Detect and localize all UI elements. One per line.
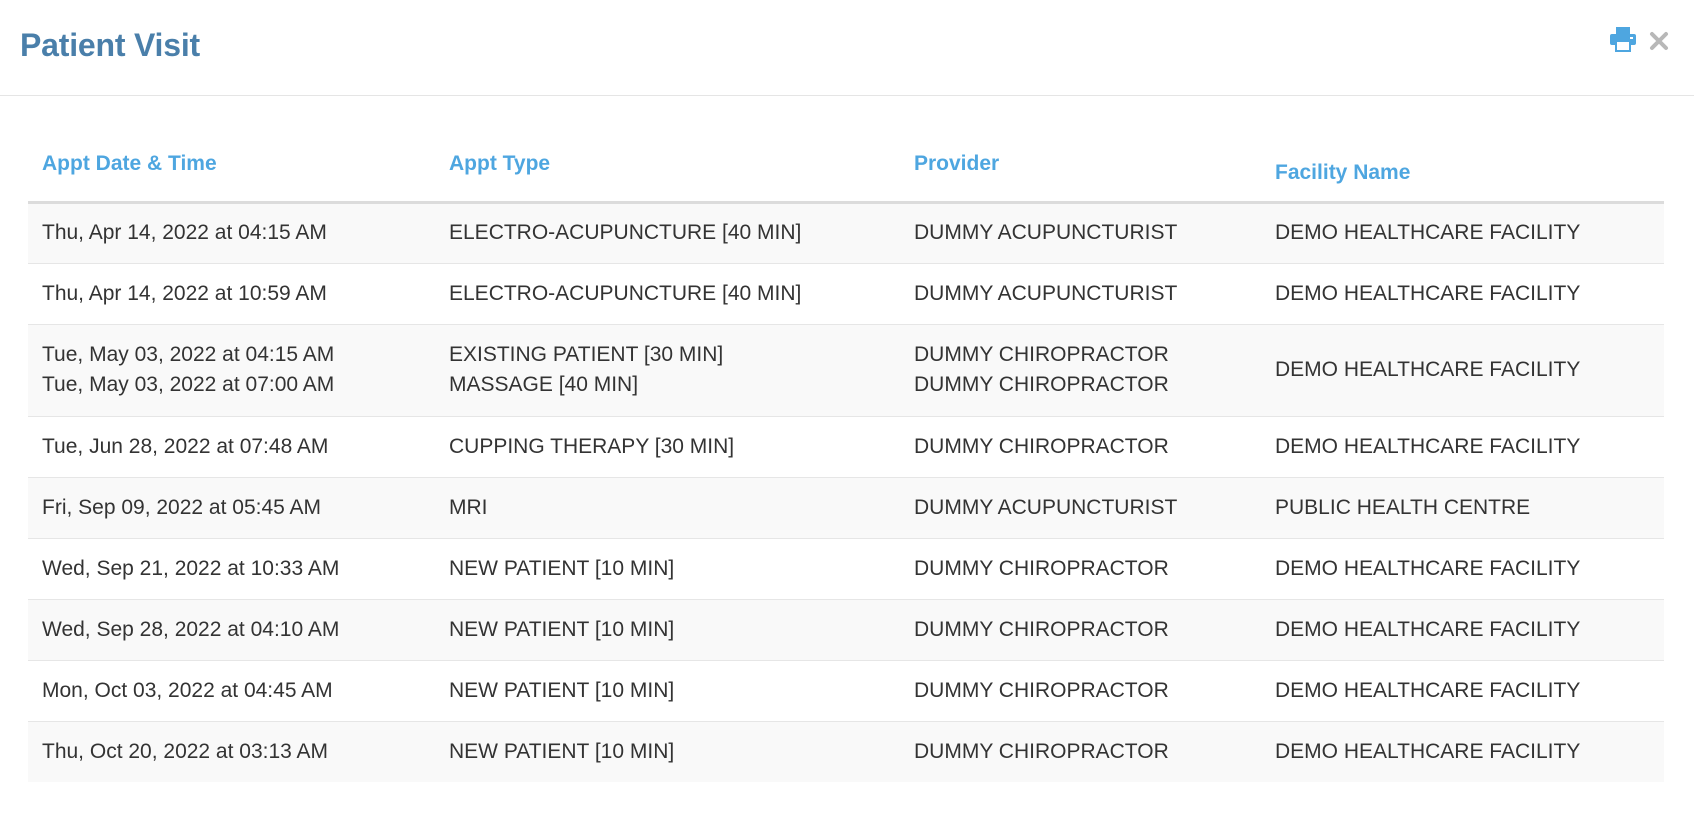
cell-provider: DUMMY CHIROPRACTOR DUMMY CHIROPRACTOR bbox=[900, 324, 1261, 417]
cell-appt-date-time: Tue, May 03, 2022 at 04:15 AM Tue, May 03… bbox=[28, 324, 435, 417]
patient-visit-modal: Patient Visit Appt Date & Time Appt Type… bbox=[0, 0, 1694, 840]
cell-provider: DUMMY ACUPUNCTURIST bbox=[900, 263, 1261, 325]
table-row[interactable]: Tue, Jun 28, 2022 at 07:48 AM CUPPING THE… bbox=[28, 416, 1664, 478]
cell-facility-name: DEMO HEALTHCARE FACILITY bbox=[1261, 324, 1664, 417]
cell-appt-type: ELECTRO-ACUPUNCTURE [40 MIN] bbox=[435, 263, 900, 325]
visits-table-container: Appt Date & Time Appt Type Provider Faci… bbox=[28, 140, 1664, 782]
cell-appt-date-time-line: Tue, Jun 28, 2022 at 07:48 AM bbox=[42, 434, 329, 458]
header-appt-date-time[interactable]: Appt Date & Time bbox=[28, 140, 435, 204]
cell-appt-type-line: NEW PATIENT [10 MIN] bbox=[449, 739, 675, 763]
cell-appt-type-line: NEW PATIENT [10 MIN] bbox=[449, 678, 675, 702]
table-header: Appt Date & Time Appt Type Provider Faci… bbox=[28, 140, 1664, 204]
cell-appt-date-time-line: Wed, Sep 21, 2022 at 10:33 AM bbox=[42, 556, 340, 580]
table-row[interactable]: Fri, Sep 09, 2022 at 05:45 AM MRI DUMMY AC… bbox=[28, 477, 1664, 539]
modal-title: Patient Visit bbox=[20, 27, 200, 63]
table-body: Thu, Apr 14, 2022 at 04:15 AM ELECTRO-ACU… bbox=[28, 202, 1664, 782]
cell-appt-date-time-line: Thu, Oct 20, 2022 at 03:13 AM bbox=[42, 739, 329, 763]
close-button[interactable] bbox=[1646, 26, 1672, 56]
cell-appt-date-time-line: Tue, May 03, 2022 at 07:00 AM bbox=[42, 373, 335, 396]
cell-provider-line: DUMMY CHIROPRACTOR bbox=[914, 556, 1169, 580]
table-row[interactable]: Thu, Apr 14, 2022 at 10:59 AM ELECTRO-ACU… bbox=[28, 263, 1664, 325]
cell-appt-type: NEW PATIENT [10 MIN] bbox=[435, 660, 900, 722]
table-row[interactable]: Tue, May 03, 2022 at 04:15 AM Tue, May 03… bbox=[28, 324, 1664, 417]
cell-provider-line: DUMMY CHIROPRACTOR bbox=[914, 343, 1169, 366]
cell-appt-date-time: Tue, Jun 28, 2022 at 07:48 AM bbox=[28, 416, 435, 478]
cell-facility-name: DEMO HEALTHCARE FACILITY bbox=[1261, 202, 1664, 264]
cell-appt-date-time: Thu, Apr 14, 2022 at 10:59 AM bbox=[28, 263, 435, 325]
cell-provider-line: DUMMY CHIROPRACTOR bbox=[914, 617, 1169, 641]
cell-provider: DUMMY CHIROPRACTOR bbox=[900, 599, 1261, 661]
cell-provider: DUMMY CHIROPRACTOR bbox=[900, 721, 1261, 782]
cell-appt-date-time: Thu, Apr 14, 2022 at 04:15 AM bbox=[28, 202, 435, 264]
cell-provider-line: DUMMY ACUPUNCTURIST bbox=[914, 281, 1178, 305]
cell-appt-date-time: Thu, Oct 20, 2022 at 03:13 AM bbox=[28, 721, 435, 782]
cell-facility-name: DEMO HEALTHCARE FACILITY bbox=[1261, 599, 1664, 661]
visits-table: Appt Date & Time Appt Type Provider Faci… bbox=[28, 140, 1664, 782]
cell-provider-line: DUMMY CHIROPRACTOR bbox=[914, 434, 1169, 458]
cell-appt-date-time-line: Tue, May 03, 2022 at 04:15 AM bbox=[42, 343, 335, 366]
cell-appt-type: MRI bbox=[435, 477, 900, 539]
cell-provider-line: DUMMY CHIROPRACTOR bbox=[914, 373, 1169, 396]
cell-appt-date-time: Wed, Sep 21, 2022 at 10:33 AM bbox=[28, 538, 435, 600]
close-icon bbox=[1650, 32, 1668, 50]
cell-facility-name: DEMO HEALTHCARE FACILITY bbox=[1275, 739, 1581, 763]
cell-appt-type-line: ELECTRO-ACUPUNCTURE [40 MIN] bbox=[449, 221, 802, 244]
header-actions bbox=[1608, 22, 1672, 56]
cell-appt-date-time-line: Wed, Sep 28, 2022 at 04:10 AM bbox=[42, 617, 340, 641]
cell-appt-date-time-line: Thu, Apr 14, 2022 at 04:15 AM bbox=[42, 221, 327, 244]
cell-appt-date-time-line: Fri, Sep 09, 2022 at 05:45 AM bbox=[42, 495, 322, 519]
print-button[interactable] bbox=[1608, 24, 1638, 54]
cell-appt-type-line: NEW PATIENT [10 MIN] bbox=[449, 617, 675, 641]
table-row[interactable]: Thu, Apr 14, 2022 at 04:15 AM ELECTRO-ACU… bbox=[28, 202, 1664, 264]
cell-appt-type: NEW PATIENT [10 MIN] bbox=[435, 721, 900, 782]
cell-appt-date-time: Fri, Sep 09, 2022 at 05:45 AM bbox=[28, 477, 435, 539]
cell-appt-type-line: ELECTRO-ACUPUNCTURE [40 MIN] bbox=[449, 281, 802, 305]
cell-provider: DUMMY CHIROPRACTOR bbox=[900, 538, 1261, 600]
cell-provider: DUMMY ACUPUNCTURIST bbox=[900, 477, 1261, 539]
cell-appt-type: NEW PATIENT [10 MIN] bbox=[435, 599, 900, 661]
cell-facility-name: DEMO HEALTHCARE FACILITY bbox=[1261, 660, 1664, 722]
cell-appt-date-time-line: Thu, Apr 14, 2022 at 10:59 AM bbox=[42, 281, 327, 305]
cell-appt-date-time: Mon, Oct 03, 2022 at 04:45 AM bbox=[28, 660, 435, 722]
table-row[interactable]: Thu, Oct 20, 2022 at 03:13 AM NEW PATIENT… bbox=[28, 721, 1664, 782]
cell-appt-type-line: EXISTING PATIENT [30 MIN] bbox=[449, 343, 724, 366]
cell-appt-type: CUPPING THERAPY [30 MIN] bbox=[435, 416, 900, 478]
cell-facility-name: PUBLIC HEALTH CENTRE bbox=[1261, 477, 1664, 539]
cell-appt-type-line: MRI bbox=[449, 495, 488, 519]
cell-facility-name: DEMO HEALTHCARE FACILITY bbox=[1261, 416, 1664, 478]
cell-appt-date-time-line: Mon, Oct 03, 2022 at 04:45 AM bbox=[42, 678, 333, 702]
cell-appt-type-line: CUPPING THERAPY [30 MIN] bbox=[449, 434, 735, 458]
cell-provider: DUMMY CHIROPRACTOR bbox=[900, 416, 1261, 478]
header-facility-name[interactable]: Facility Name bbox=[1261, 140, 1664, 204]
cell-appt-type-line: MASSAGE [40 MIN] bbox=[449, 373, 639, 396]
cell-appt-type: EXISTING PATIENT [30 MIN] MASSAGE [40 MIN… bbox=[435, 324, 900, 417]
header-row: Appt Date & Time Appt Type Provider Faci… bbox=[28, 140, 1664, 204]
cell-provider-line: DUMMY CHIROPRACTOR bbox=[914, 739, 1169, 763]
cell-appt-type-line: NEW PATIENT [10 MIN] bbox=[449, 556, 675, 580]
cell-provider: DUMMY ACUPUNCTURIST bbox=[900, 202, 1261, 264]
cell-appt-type: NEW PATIENT [10 MIN] bbox=[435, 538, 900, 600]
table-row[interactable]: Mon, Oct 03, 2022 at 04:45 AM NEW PATIENT… bbox=[28, 660, 1664, 722]
cell-provider-line: DUMMY CHIROPRACTOR bbox=[914, 678, 1169, 702]
cell-provider: DUMMY CHIROPRACTOR bbox=[900, 660, 1261, 722]
header-appt-type[interactable]: Appt Type bbox=[435, 140, 900, 204]
cell-facility-name: DEMO HEALTHCARE FACILITY bbox=[1261, 538, 1664, 600]
modal-header: Patient Visit bbox=[0, 0, 1694, 96]
cell-appt-date-time: Wed, Sep 28, 2022 at 04:10 AM bbox=[28, 599, 435, 661]
table-row[interactable]: Wed, Sep 28, 2022 at 04:10 AM NEW PATIENT… bbox=[28, 599, 1664, 661]
printer-icon bbox=[1610, 27, 1636, 52]
cell-appt-type: ELECTRO-ACUPUNCTURE [40 MIN] bbox=[435, 202, 900, 264]
table-row[interactable]: Wed, Sep 21, 2022 at 10:33 AM NEW PATIENT… bbox=[28, 538, 1664, 600]
header-provider[interactable]: Provider bbox=[900, 140, 1261, 204]
cell-provider-line: DUMMY ACUPUNCTURIST bbox=[914, 221, 1178, 244]
cell-provider-line: DUMMY ACUPUNCTURIST bbox=[914, 495, 1178, 519]
cell-facility-name: DEMO HEALTHCARE FACILITY bbox=[1261, 263, 1664, 325]
